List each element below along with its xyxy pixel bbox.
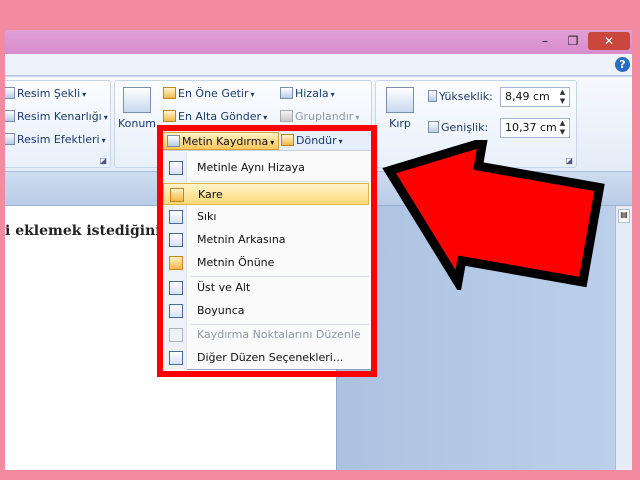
close-button[interactable]: ✕ [588,32,630,50]
bring-to-front-button[interactable]: En Öne Getir ▾ [163,87,255,100]
picture-shape-button[interactable]: Resim Şekli ▾ [5,87,86,100]
picture-styles-group: Resim Şekli ▾ Resim Kenarlığı ▾ Resim Efek… [5,80,111,168]
send-to-back-button[interactable]: En Alta Gönder ▾ [163,110,267,123]
ruler-toggle-icon[interactable]: ▤ [618,209,630,223]
position-icon [123,87,151,113]
width-spinner-icon[interactable]: ▲ ▼ [556,119,569,137]
group-button[interactable]: Gruplandır ▾ [280,110,359,123]
restore-button[interactable]: ❐ [560,32,586,50]
align-button[interactable]: Hizala ▾ [280,87,335,100]
width-icon [428,121,439,133]
crop-button[interactable]: Kırp [380,87,420,130]
group-label: Gruplandır [295,110,354,123]
crop-label: Kırp [389,117,411,130]
picture-effects-button[interactable]: Resim Efektleri ▾ [5,133,106,146]
dialog-launcher-icon[interactable]: ◪ [99,156,107,165]
send-to-back-icon [163,110,176,122]
picture-border-button[interactable]: Resim Kenarlığı ▾ [5,110,108,123]
bring-to-front-label: En Öne Getir [178,87,249,100]
picture-effects-icon [5,133,15,145]
width-label: Genişlik: [428,121,488,134]
position-label: Konum [117,117,157,130]
picture-border-label: Resim Kenarlığı [17,110,102,123]
picture-shape-icon [5,87,15,99]
annotation-arrow-icon [382,140,605,290]
crop-icon [386,87,414,113]
position-button[interactable]: Konum [117,87,157,130]
ribbon-tab-strip: ? [5,54,632,76]
title-bar: – ❐ ✕ [5,30,632,54]
height-input[interactable]: 8,49 cm ▲ ▼ [500,87,570,107]
width-input[interactable]: 10,37 cm ▲ ▼ [500,118,570,138]
annotation-highlight-box [157,125,377,377]
align-icon [280,87,293,99]
help-icon[interactable]: ? [615,57,630,72]
height-icon [428,90,437,102]
bring-to-front-icon [163,87,176,99]
group-icon [280,110,293,122]
height-label: Yükseklik: [428,90,493,103]
send-to-back-label: En Alta Gönder [178,110,262,123]
picture-effects-label: Resim Efektleri [17,133,100,146]
minimize-button[interactable]: – [532,32,558,50]
vertical-scrollbar[interactable]: ▤ [615,206,632,470]
picture-shape-label: Resim Şekli [17,87,81,100]
align-label: Hizala [295,87,329,100]
height-spinner-icon[interactable]: ▲ ▼ [556,88,569,106]
picture-border-icon [5,110,15,122]
